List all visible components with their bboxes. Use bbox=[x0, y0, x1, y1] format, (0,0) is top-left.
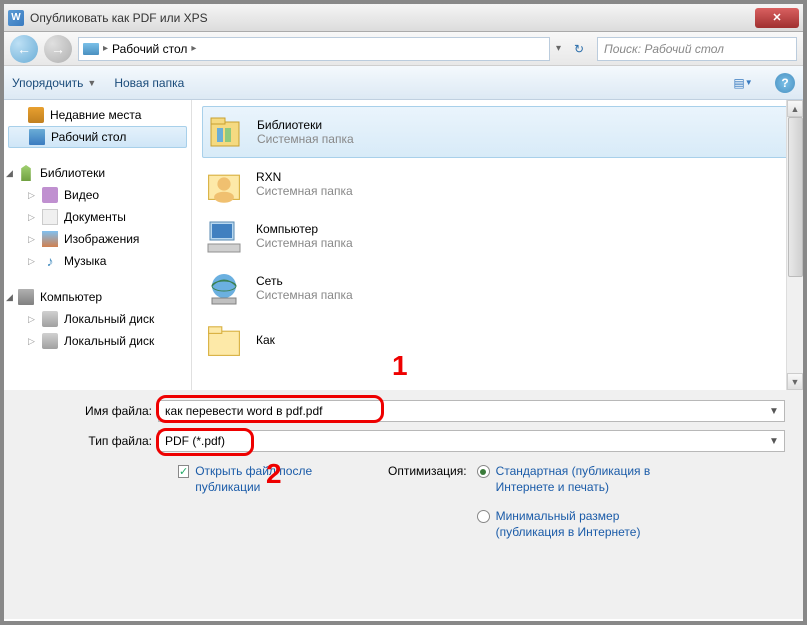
expand-icon[interactable]: ▷ bbox=[28, 256, 35, 267]
breadcrumb-text: Рабочий стол bbox=[112, 42, 187, 56]
user-folder-icon bbox=[202, 162, 246, 206]
chevron-right-icon: ▸ bbox=[103, 43, 108, 54]
help-button[interactable]: ? bbox=[775, 73, 795, 93]
chevron-right-icon: ▸ bbox=[191, 43, 196, 54]
app-icon: W bbox=[8, 10, 24, 26]
recent-icon bbox=[28, 107, 44, 123]
titlebar: W Опубликовать как PDF или XPS ✕ bbox=[4, 4, 803, 32]
folder-icon bbox=[202, 318, 246, 362]
filetype-label: Тип файла: bbox=[22, 434, 158, 448]
chevron-down-icon[interactable]: ▼ bbox=[766, 402, 782, 420]
collapse-icon[interactable]: ◢ bbox=[6, 292, 13, 303]
sidebar-item-documents[interactable]: ▷ Документы bbox=[4, 206, 191, 228]
expand-icon[interactable]: ▷ bbox=[28, 336, 35, 347]
sidebar-item-recent[interactable]: Недавние места bbox=[4, 104, 191, 126]
document-icon bbox=[42, 209, 58, 225]
disk-icon bbox=[42, 333, 58, 349]
computer-icon bbox=[202, 214, 246, 258]
scroll-thumb[interactable] bbox=[788, 117, 803, 277]
refresh-button[interactable]: ↻ bbox=[567, 37, 591, 61]
sidebar-item-libraries[interactable]: ◢ Библиотеки bbox=[4, 162, 191, 184]
window-title: Опубликовать как PDF или XPS bbox=[30, 11, 755, 25]
close-button[interactable]: ✕ bbox=[755, 8, 799, 28]
save-panel: Имя файла: как перевести word в pdf.pdf … bbox=[4, 390, 803, 619]
image-icon bbox=[42, 231, 58, 247]
sidebar-item-localdisk[interactable]: ▷ Локальный диск bbox=[4, 330, 191, 352]
toolbar: Упорядочить ▼ Новая папка ▤▼ ? bbox=[4, 66, 803, 100]
filename-label: Имя файла: bbox=[22, 404, 158, 418]
sidebar-item-computer[interactable]: ◢ Компьютер bbox=[4, 286, 191, 308]
search-placeholder: Поиск: Рабочий стол bbox=[604, 42, 724, 56]
sidebar-item-localdisk[interactable]: ▷ Локальный диск bbox=[4, 308, 191, 330]
list-item-computer[interactable]: Компьютер Системная папка bbox=[202, 210, 793, 262]
nav-bar: ← → ▸ Рабочий стол ▸ ▾ ↻ Поиск: Рабочий … bbox=[4, 32, 803, 66]
scrollbar[interactable]: ▲ ▼ bbox=[786, 100, 803, 390]
chevron-down-icon: ▼ bbox=[87, 78, 96, 88]
expand-icon[interactable]: ▷ bbox=[28, 234, 35, 245]
breadcrumb[interactable]: ▸ Рабочий стол ▸ bbox=[78, 37, 550, 61]
optimize-label: Оптимизация: bbox=[388, 464, 467, 540]
optimize-minimal-label: Минимальный размер (публикация в Интерне… bbox=[496, 509, 656, 540]
organize-button[interactable]: Упорядочить ▼ bbox=[12, 76, 96, 90]
collapse-icon[interactable]: ◢ bbox=[6, 168, 13, 179]
library-icon bbox=[203, 110, 247, 154]
expand-icon[interactable]: ▷ bbox=[28, 212, 35, 223]
library-icon bbox=[18, 165, 34, 181]
expand-icon[interactable]: ▷ bbox=[28, 314, 35, 325]
list-item-libraries[interactable]: Библиотеки Системная папка bbox=[202, 106, 793, 158]
disk-icon bbox=[42, 311, 58, 327]
optimize-standard-radio[interactable] bbox=[477, 465, 490, 478]
desktop-icon bbox=[29, 129, 45, 145]
new-folder-button[interactable]: Новая папка bbox=[114, 76, 184, 90]
sidebar-item-video[interactable]: ▷ Видео bbox=[4, 184, 191, 206]
dropdown-icon[interactable]: ▾ bbox=[556, 43, 561, 54]
forward-button[interactable]: → bbox=[44, 35, 72, 63]
search-input[interactable]: Поиск: Рабочий стол bbox=[597, 37, 797, 61]
sidebar-item-desktop[interactable]: Рабочий стол bbox=[8, 126, 187, 148]
sidebar: Недавние места Рабочий стол ◢ Библиотеки… bbox=[4, 100, 192, 390]
network-icon bbox=[202, 266, 246, 310]
scroll-down-icon[interactable]: ▼ bbox=[787, 373, 803, 390]
open-after-checkbox[interactable]: ✓ bbox=[178, 465, 189, 478]
view-button[interactable]: ▤▼ bbox=[729, 72, 757, 94]
optimize-standard-label: Стандартная (публикация в Интернете и пе… bbox=[496, 464, 656, 495]
filename-input[interactable]: как перевести word в pdf.pdf ▼ bbox=[158, 400, 785, 422]
computer-icon bbox=[18, 289, 34, 305]
optimize-minimal-radio[interactable] bbox=[477, 510, 490, 523]
video-icon bbox=[42, 187, 58, 203]
scroll-up-icon[interactable]: ▲ bbox=[787, 100, 803, 117]
sidebar-item-music[interactable]: ▷ ♪ Музыка bbox=[4, 250, 191, 272]
sidebar-item-images[interactable]: ▷ Изображения bbox=[4, 228, 191, 250]
music-icon: ♪ bbox=[42, 253, 58, 269]
expand-icon[interactable]: ▷ bbox=[28, 190, 35, 201]
back-button[interactable]: ← bbox=[10, 35, 38, 63]
filetype-combo[interactable]: PDF (*.pdf) ▼ bbox=[158, 430, 785, 452]
annotation-marker-2: 2 bbox=[266, 458, 282, 490]
list-item-network[interactable]: Сеть Системная папка bbox=[202, 262, 793, 314]
desktop-icon bbox=[83, 43, 99, 55]
annotation-marker-1: 1 bbox=[392, 350, 408, 382]
list-item-rxn[interactable]: RXN Системная папка bbox=[202, 158, 793, 210]
file-list: Библиотеки Системная папка RXN Системная… bbox=[192, 100, 803, 390]
list-item-kak[interactable]: Как bbox=[202, 314, 793, 366]
chevron-down-icon[interactable]: ▼ bbox=[766, 432, 782, 450]
